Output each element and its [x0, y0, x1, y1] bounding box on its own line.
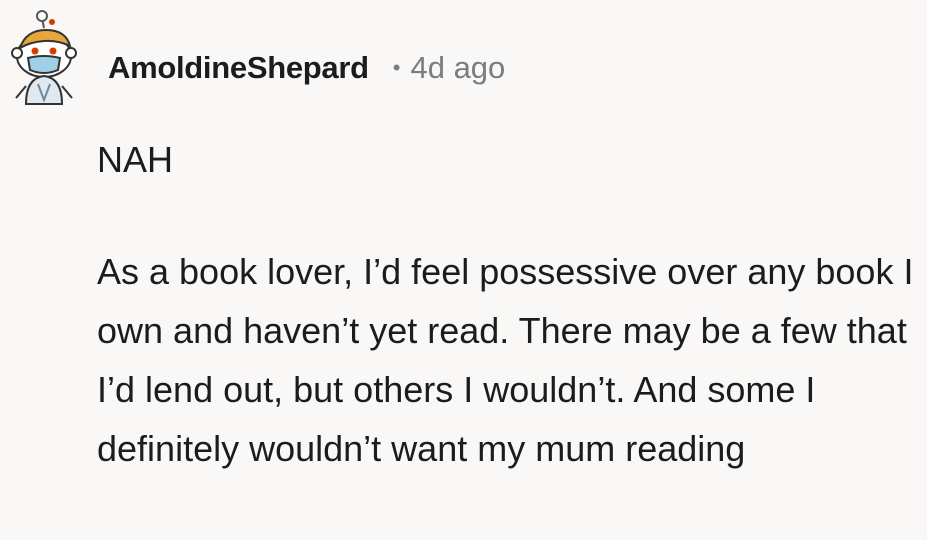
meta-separator: •: [392, 55, 401, 80]
comment-paragraph: NAH: [97, 139, 174, 180]
timestamp[interactable]: 4d ago: [410, 50, 505, 86]
comment-meta: AmoldineShepard • 4d ago: [108, 48, 505, 88]
user-avatar[interactable]: [8, 8, 84, 108]
comment: AmoldineShepard • 4d ago NAH As a book l…: [0, 0, 927, 540]
comment-body: NAH As a book lover, I’d feel possessive…: [97, 130, 917, 478]
comment-paragraph: As a book lover, I’d feel possessive ove…: [97, 251, 914, 469]
snoo-avatar-icon: [11, 10, 77, 105]
username-link[interactable]: AmoldineShepard: [108, 50, 369, 86]
